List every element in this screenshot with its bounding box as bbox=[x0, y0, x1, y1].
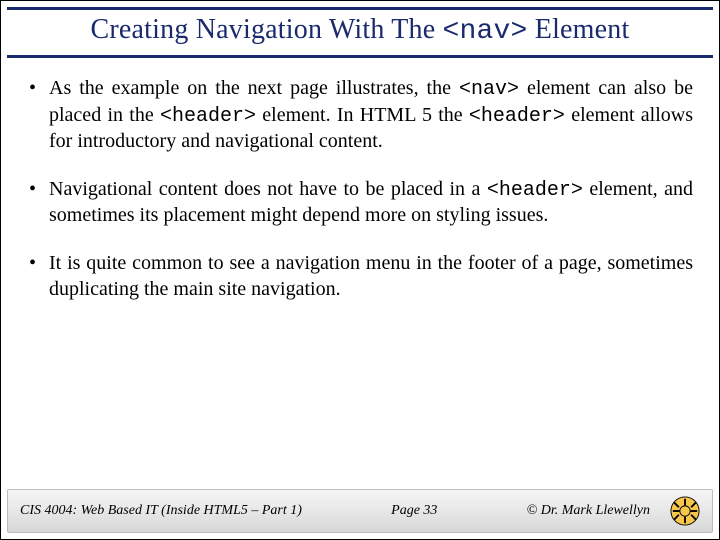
text-run: It is quite common to see a navigation m… bbox=[49, 252, 693, 300]
footer-bar: CIS 4004: Web Based IT (Inside HTML5 – P… bbox=[7, 489, 713, 533]
footer-author: © Dr. Mark Llewellyn bbox=[527, 503, 650, 519]
text-run: As the example on the next page illustra… bbox=[49, 77, 459, 99]
code-token: <header> bbox=[469, 105, 565, 128]
footer-page: Page 33 bbox=[391, 503, 437, 519]
content-area: As the example on the next page illustra… bbox=[1, 58, 719, 489]
code-token: <nav> bbox=[459, 78, 519, 101]
footer-course: CIS 4004: Web Based IT (Inside HTML5 – P… bbox=[20, 503, 302, 519]
title-prefix: Creating Navigation With The bbox=[91, 14, 443, 45]
text-run: Navigational content does not have to be… bbox=[49, 178, 487, 200]
slide-title: Creating Navigation With The <nav> Eleme… bbox=[7, 14, 713, 47]
title-band: Creating Navigation With The <nav> Eleme… bbox=[7, 7, 713, 58]
ucf-logo-icon bbox=[670, 496, 700, 526]
bullet-item: Navigational content does not have to be… bbox=[27, 177, 693, 229]
bullet-item: It is quite common to see a navigation m… bbox=[27, 251, 693, 302]
code-token: <header> bbox=[487, 179, 583, 202]
bullet-item: As the example on the next page illustra… bbox=[27, 76, 693, 155]
footer-wrap: CIS 4004: Web Based IT (Inside HTML5 – P… bbox=[1, 489, 719, 539]
slide: Creating Navigation With The <nav> Eleme… bbox=[0, 0, 720, 540]
code-token: <header> bbox=[160, 105, 256, 128]
title-suffix: Element bbox=[528, 14, 630, 45]
text-run: element. In HTML 5 the bbox=[256, 104, 469, 126]
bullet-list: As the example on the next page illustra… bbox=[27, 76, 693, 302]
title-code: <nav> bbox=[443, 16, 528, 47]
